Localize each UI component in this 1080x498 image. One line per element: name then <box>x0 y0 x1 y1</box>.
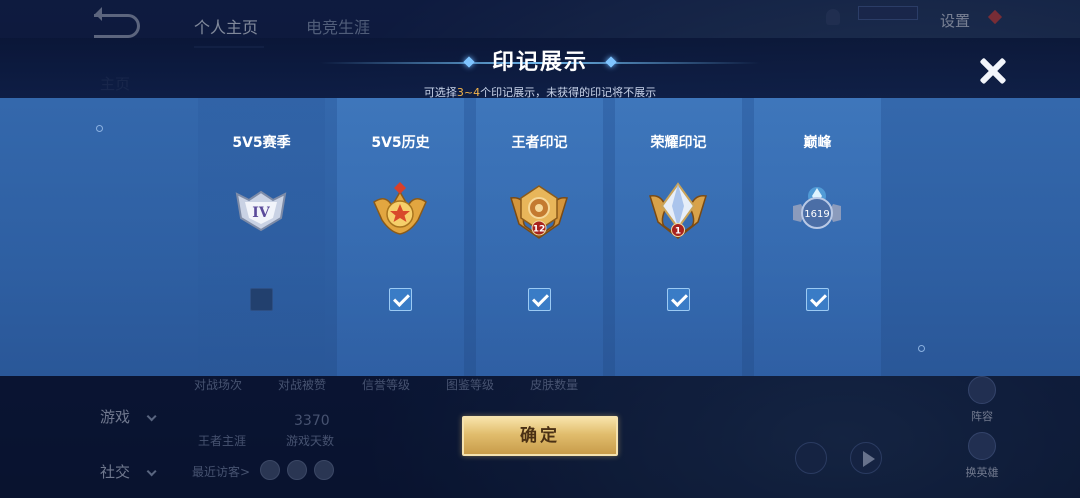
silver-rank-badge-icon: IV <box>231 180 291 240</box>
mark-card-label: 5V5赛季 <box>232 135 291 151</box>
mark-card-history[interactable]: 5V5历史 <box>337 98 464 376</box>
mark-card-label: 巅峰 <box>803 135 832 151</box>
diamond-icon <box>605 56 617 68</box>
badge-text: 1 <box>675 227 681 237</box>
mark-card-glory[interactable]: 荣耀印记 1 <box>615 98 742 376</box>
mark-checkbox[interactable] <box>528 288 551 311</box>
mark-checkbox[interactable] <box>250 288 273 311</box>
confirm-button[interactable]: 确定 <box>462 416 618 456</box>
mark-card-king[interactable]: 王者印记 12 <box>476 98 603 376</box>
mark-checkbox[interactable] <box>667 288 690 311</box>
mark-card-label: 5V5历史 <box>371 135 430 151</box>
mark-card-season[interactable]: 5V5赛季 IV <box>198 98 325 376</box>
king-mark-badge-icon: 12 <box>509 180 569 240</box>
gold-star-badge-icon <box>370 180 430 240</box>
badge-text: 12 <box>533 225 546 235</box>
mark-card-label: 王者印记 <box>511 135 568 151</box>
glory-diamond-badge-icon: 1 <box>648 180 708 240</box>
decor-ring-icon <box>918 345 925 352</box>
modal-title: 印记展示 <box>491 50 588 75</box>
mark-checkbox[interactable] <box>806 288 829 311</box>
peak-badge-icon: 1619 <box>787 180 847 240</box>
mark-cards: 5V5赛季 IV 5V5历史 王者印记 12 荣耀印记 1 巅峰 1619 <box>198 98 881 376</box>
badge-text: IV <box>252 205 271 221</box>
mark-card-peak[interactable]: 巅峰 1619 <box>754 98 881 376</box>
decor-ring-icon <box>96 125 103 132</box>
modal-title-block: 印记展示 可选择3~4个印记展示，未获得的印记将不展示 <box>0 44 1080 100</box>
diamond-icon <box>463 56 475 68</box>
close-button[interactable] <box>978 56 1008 86</box>
mark-checkbox[interactable] <box>389 288 412 311</box>
badge-text: 1619 <box>804 209 829 220</box>
mark-card-label: 荣耀印记 <box>650 135 707 151</box>
